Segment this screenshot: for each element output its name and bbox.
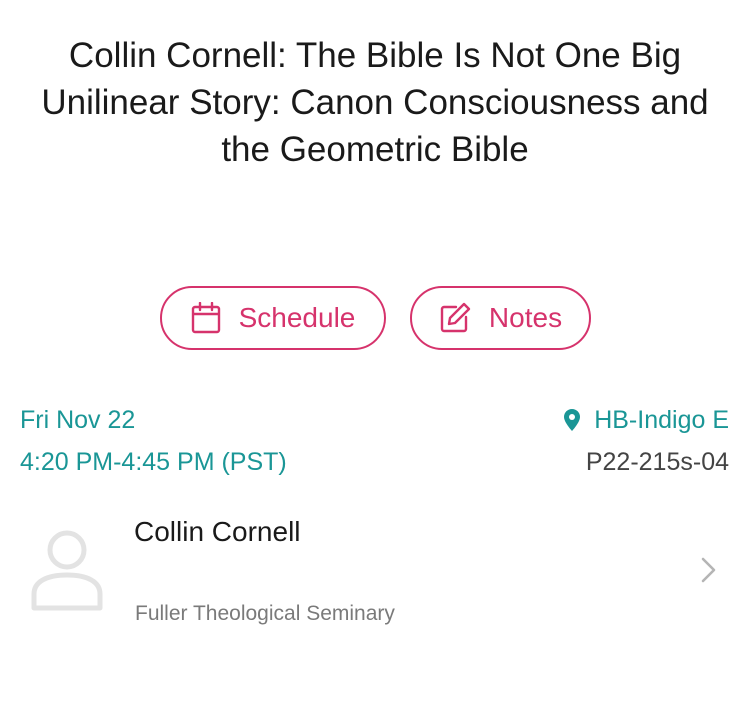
speaker-name: Collin Cornell: [134, 516, 301, 547]
schedule-label: Schedule: [238, 302, 356, 333]
session-time: 4:20 PM-4:45 PM (PST): [20, 448, 287, 476]
notes-button[interactable]: Notes: [410, 286, 591, 350]
session-room[interactable]: HB-Indigo E: [564, 405, 729, 435]
room-label: HB-Indigo E: [594, 406, 729, 434]
session-title: Collin Cornell: The Bible Is Not One Big…: [41, 36, 709, 169]
edit-note-icon: [440, 302, 471, 333]
session-code: P22-215s-04: [585, 448, 729, 476]
location-pin-icon: [564, 409, 581, 431]
notes-label: Notes: [488, 302, 563, 333]
speaker-affiliation: Fuller Theological Seminary: [135, 602, 395, 625]
chevron-right-icon: [701, 557, 716, 583]
calendar-icon: [191, 302, 220, 334]
session-date: Fri Nov 22: [20, 406, 136, 434]
schedule-button[interactable]: Schedule: [160, 286, 386, 350]
person-placeholder-icon: [31, 530, 103, 611]
